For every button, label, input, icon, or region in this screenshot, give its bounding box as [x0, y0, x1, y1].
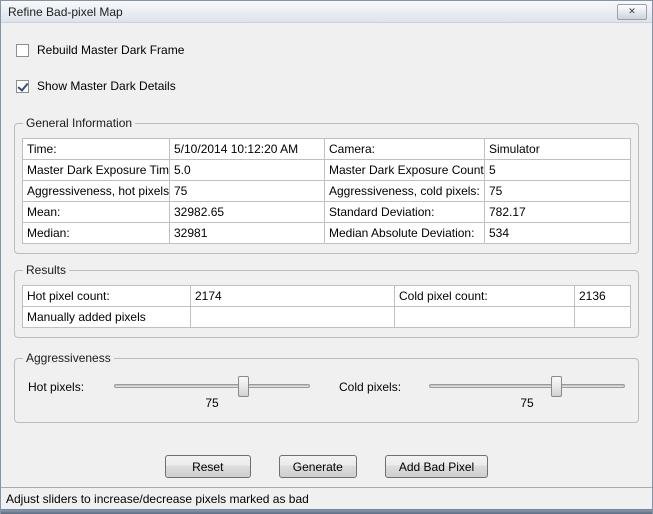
table-row: Time: 5/10/2014 10:12:20 AM Camera: Simu… — [23, 139, 631, 160]
window-title: Refine Bad-pixel Map — [8, 5, 617, 19]
reset-button[interactable]: Reset — [165, 455, 251, 478]
aggressiveness-title: Aggressiveness — [23, 351, 114, 365]
cold-pixels-value: 75 — [429, 396, 625, 410]
rebuild-checkbox-label: Rebuild Master Dark Frame — [37, 43, 184, 57]
hot-pixels-label: Hot pixels: — [28, 375, 114, 410]
cell-label — [395, 307, 575, 328]
cell-value — [191, 307, 395, 328]
cell-label: Master Dark Exposure Time: — [23, 160, 170, 181]
cell-label: Standard Deviation: — [325, 202, 485, 223]
cell-value: 75 — [485, 181, 631, 202]
cell-label: Camera: — [325, 139, 485, 160]
cell-label: Aggressiveness, cold pixels: — [325, 181, 485, 202]
cell-label: Manually added pixels — [23, 307, 191, 328]
rebuild-checkbox[interactable] — [16, 44, 29, 57]
hot-pixels-slider-thumb[interactable] — [238, 376, 249, 397]
cell-value: 534 — [485, 223, 631, 244]
cold-pixels-slider-thumb[interactable] — [551, 376, 562, 397]
table-row: Manually added pixels — [23, 307, 631, 328]
cell-label: Median Absolute Deviation: — [325, 223, 485, 244]
add-bad-pixel-button[interactable]: Add Bad Pixel — [385, 455, 488, 478]
dialog-button-row: Reset Generate Add Bad Pixel — [14, 455, 639, 478]
status-text: Adjust sliders to increase/decrease pixe… — [6, 492, 309, 506]
table-row: Mean: 32982.65 Standard Deviation: 782.1… — [23, 202, 631, 223]
generate-button[interactable]: Generate — [279, 455, 357, 478]
hot-pixels-value: 75 — [114, 396, 310, 410]
cell-label: Hot pixel count: — [23, 286, 191, 307]
cell-value — [575, 307, 631, 328]
hot-pixels-slider-group: Hot pixels: 75 — [28, 375, 310, 410]
cell-label: Median: — [23, 223, 170, 244]
cell-label: Master Dark Exposure Count: — [325, 160, 485, 181]
cell-value: 5 — [485, 160, 631, 181]
results-title: Results — [23, 263, 69, 277]
table-row: Hot pixel count: 2174 Cold pixel count: … — [23, 286, 631, 307]
table-row: Aggressiveness, hot pixels: 75 Aggressiv… — [23, 181, 631, 202]
rebuild-checkbox-row[interactable]: Rebuild Master Dark Frame — [16, 43, 639, 57]
cold-pixels-slider-group: Cold pixels: 75 — [339, 375, 625, 410]
show-details-checkbox-row[interactable]: Show Master Dark Details — [16, 79, 639, 93]
cold-pixels-slider-track[interactable] — [429, 384, 625, 388]
cold-pixels-label: Cold pixels: — [339, 375, 429, 410]
cell-value: 5.0 — [170, 160, 325, 181]
cell-label: Aggressiveness, hot pixels: — [23, 181, 170, 202]
status-bar: Adjust sliders to increase/decrease pixe… — [1, 487, 652, 509]
general-information-table: Time: 5/10/2014 10:12:20 AM Camera: Simu… — [22, 138, 631, 244]
cell-label: Cold pixel count: — [395, 286, 575, 307]
cell-value: Simulator — [485, 139, 631, 160]
cell-label: Mean: — [23, 202, 170, 223]
dialog-window: Refine Bad-pixel Map ✕ Rebuild Master Da… — [0, 0, 653, 514]
aggressiveness-group: Aggressiveness Hot pixels: 75 Cold pixel… — [14, 358, 639, 423]
cell-label: Time: — [23, 139, 170, 160]
close-icon: ✕ — [628, 7, 636, 16]
table-row: Master Dark Exposure Time: 5.0 Master Da… — [23, 160, 631, 181]
cell-value: 2174 — [191, 286, 395, 307]
cell-value: 5/10/2014 10:12:20 AM — [170, 139, 325, 160]
cell-value: 782.17 — [485, 202, 631, 223]
cell-value: 2136 — [575, 286, 631, 307]
show-details-checkbox[interactable] — [16, 80, 29, 93]
cell-value: 32981 — [170, 223, 325, 244]
window-frame-bottom — [1, 509, 652, 514]
title-bar[interactable]: Refine Bad-pixel Map ✕ — [1, 1, 652, 23]
dialog-client-area: Rebuild Master Dark Frame Show Master Da… — [1, 23, 652, 487]
close-button[interactable]: ✕ — [617, 4, 647, 20]
cell-value: 32982.65 — [170, 202, 325, 223]
table-row: Median: 32981 Median Absolute Deviation:… — [23, 223, 631, 244]
hot-pixels-slider-track[interactable] — [114, 384, 310, 388]
results-table: Hot pixel count: 2174 Cold pixel count: … — [22, 285, 631, 328]
general-information-title: General Information — [23, 116, 135, 130]
general-information-group: General Information Time: 5/10/2014 10:1… — [14, 123, 639, 254]
results-group: Results Hot pixel count: 2174 Cold pixel… — [14, 270, 639, 338]
show-details-checkbox-label: Show Master Dark Details — [37, 79, 176, 93]
cell-value: 75 — [170, 181, 325, 202]
